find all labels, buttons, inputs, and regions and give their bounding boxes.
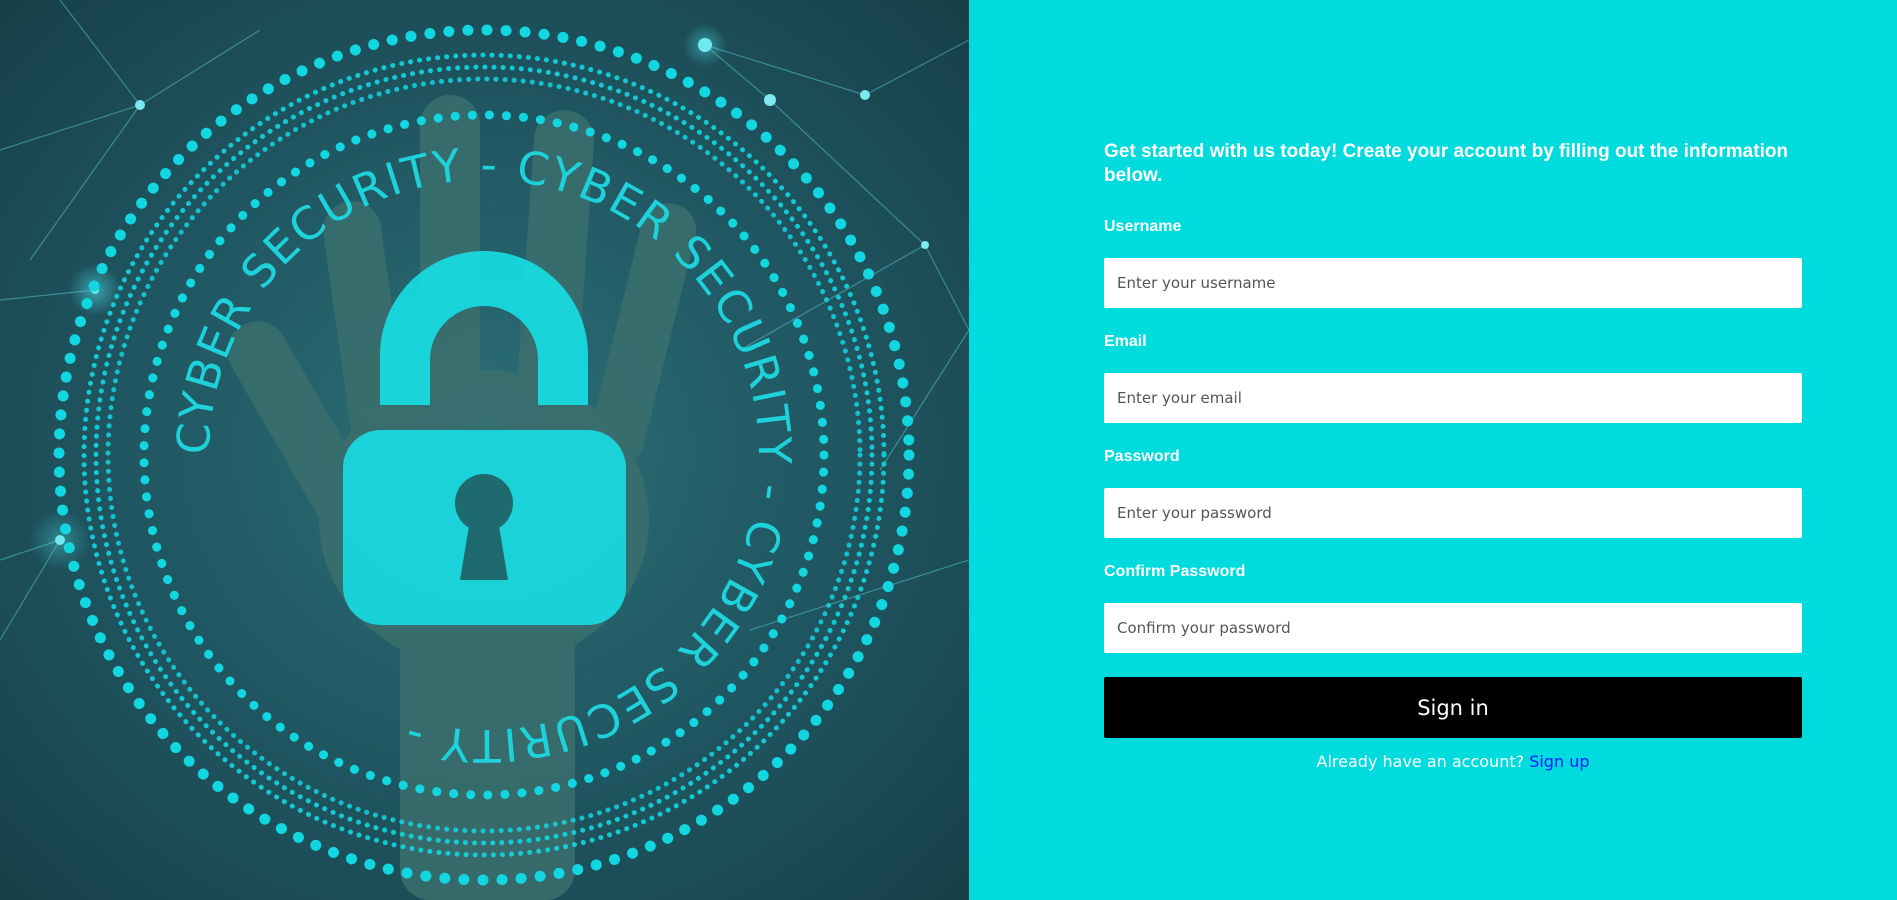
intro-text: Get started with us today! Create your a…	[1104, 141, 1789, 186]
signup-form: Get started with us today! Create your a…	[1104, 140, 1802, 771]
confirm-password-input[interactable]	[1104, 603, 1802, 653]
sign-in-button[interactable]: Sign in	[1104, 677, 1802, 738]
password-input[interactable]	[1104, 488, 1802, 538]
sign-up-link[interactable]: Sign up	[1529, 752, 1589, 771]
confirm-password-label: Confirm Password	[1104, 563, 1246, 580]
email-input[interactable]	[1104, 373, 1802, 423]
username-input[interactable]	[1104, 258, 1802, 308]
email-label: Email	[1104, 333, 1147, 350]
hero-image: CYBER SECURITY - CYBER SECURITY - CYBER …	[0, 0, 969, 900]
cyber-security-illustration: CYBER SECURITY - CYBER SECURITY - CYBER …	[0, 0, 969, 900]
signup-footer: Already have an account? Sign up	[1104, 752, 1802, 771]
signup-panel: Get started with us today! Create your a…	[969, 0, 1897, 900]
signup-page: CYBER SECURITY - CYBER SECURITY - CYBER …	[0, 0, 1897, 900]
username-label: Username	[1104, 218, 1182, 235]
footer-text: Already have an account?	[1316, 752, 1525, 771]
password-label: Password	[1104, 448, 1180, 465]
